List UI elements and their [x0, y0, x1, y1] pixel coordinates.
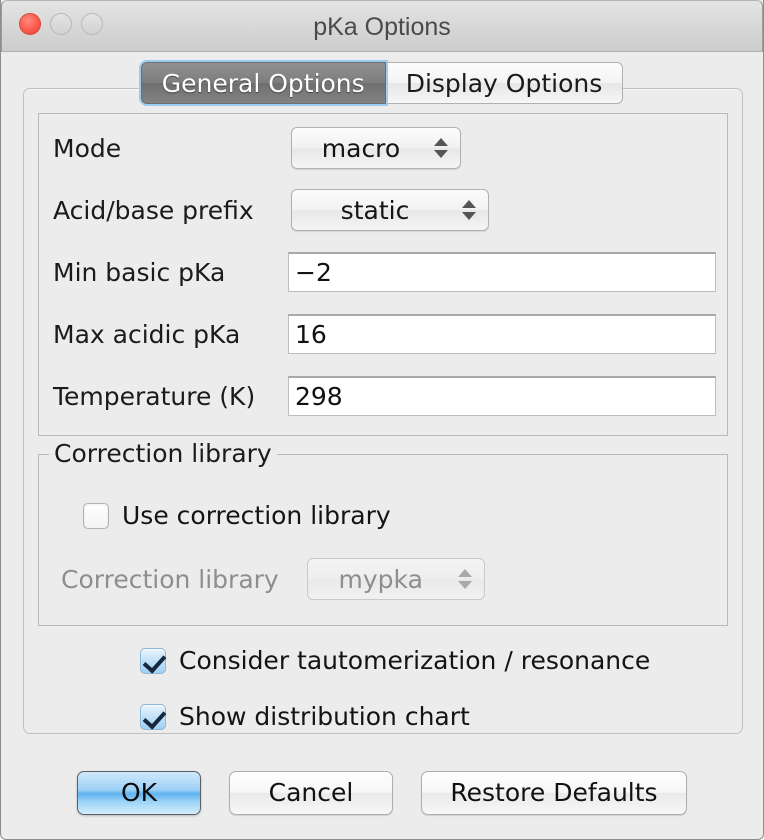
checkbox-show-distribution-chart-label: Show distribution chart [179, 702, 470, 731]
pka-options-window: pKa Options General Options Display Opti… [0, 0, 764, 840]
select-mode-value: macro [292, 134, 428, 163]
tab-general-options[interactable]: General Options [141, 62, 386, 104]
ok-button[interactable]: OK [77, 771, 201, 815]
checkbox-row-show-distribution-chart[interactable]: Show distribution chart [140, 702, 470, 731]
general-fields-group: Mode macro Acid/base prefix static [38, 113, 728, 436]
checkbox-row-use-correction-library[interactable]: Use correction library [83, 501, 391, 530]
input-temperature[interactable]: 298 [288, 376, 716, 416]
select-correction-library[interactable]: mypka [307, 558, 485, 600]
field-row-acid-base-prefix: Acid/base prefix static [39, 184, 727, 236]
tab-bar: General Options Display Options [1, 62, 763, 106]
tab-display-options[interactable]: Display Options [386, 62, 624, 104]
checkbox-consider-tautomerization[interactable] [140, 648, 166, 674]
label-temperature: Temperature (K) [53, 382, 255, 411]
field-row-temperature: Temperature (K) 298 [39, 370, 727, 422]
window-titlebar: pKa Options [1, 0, 763, 52]
label-correction-library: Correction library [61, 565, 279, 594]
field-row-max-acidic-pka: Max acidic pKa 16 [39, 308, 727, 360]
select-mode[interactable]: macro [291, 127, 461, 169]
field-row-mode: Mode macro [39, 122, 727, 174]
correction-library-group-title: Correction library [49, 439, 277, 468]
input-min-basic-pka[interactable]: −2 [288, 252, 716, 292]
restore-defaults-button[interactable]: Restore Defaults [421, 771, 687, 815]
general-options-panel: Mode macro Acid/base prefix static [23, 88, 743, 734]
correction-library-group: Correction library Use correction librar… [38, 454, 728, 626]
label-acid-base-prefix: Acid/base prefix [53, 196, 254, 225]
checkbox-use-correction-library[interactable] [83, 503, 109, 529]
dialog-button-bar: OK Cancel Restore Defaults [1, 771, 763, 817]
input-max-acidic-pka[interactable]: 16 [288, 314, 716, 354]
chevron-updown-icon [428, 138, 460, 158]
correction-library-select-row: Correction library mypka [61, 558, 485, 600]
checkbox-use-correction-library-label: Use correction library [122, 501, 391, 530]
select-correction-library-value: mypka [308, 565, 452, 594]
label-min-basic-pka: Min basic pKa [53, 258, 225, 287]
cancel-button[interactable]: Cancel [229, 771, 393, 815]
chevron-updown-icon [456, 200, 488, 220]
label-mode: Mode [53, 134, 121, 163]
select-acid-base-prefix[interactable]: static [291, 189, 489, 231]
field-row-min-basic-pka: Min basic pKa −2 [39, 246, 727, 298]
checkbox-row-consider-tautomerization[interactable]: Consider tautomerization / resonance [140, 646, 650, 675]
checkbox-consider-tautomerization-label: Consider tautomerization / resonance [179, 646, 650, 675]
label-max-acidic-pka: Max acidic pKa [53, 320, 240, 349]
window-title: pKa Options [2, 1, 762, 53]
checkbox-show-distribution-chart[interactable] [140, 704, 166, 730]
chevron-updown-icon [452, 569, 484, 589]
select-acid-base-prefix-value: static [292, 196, 456, 225]
